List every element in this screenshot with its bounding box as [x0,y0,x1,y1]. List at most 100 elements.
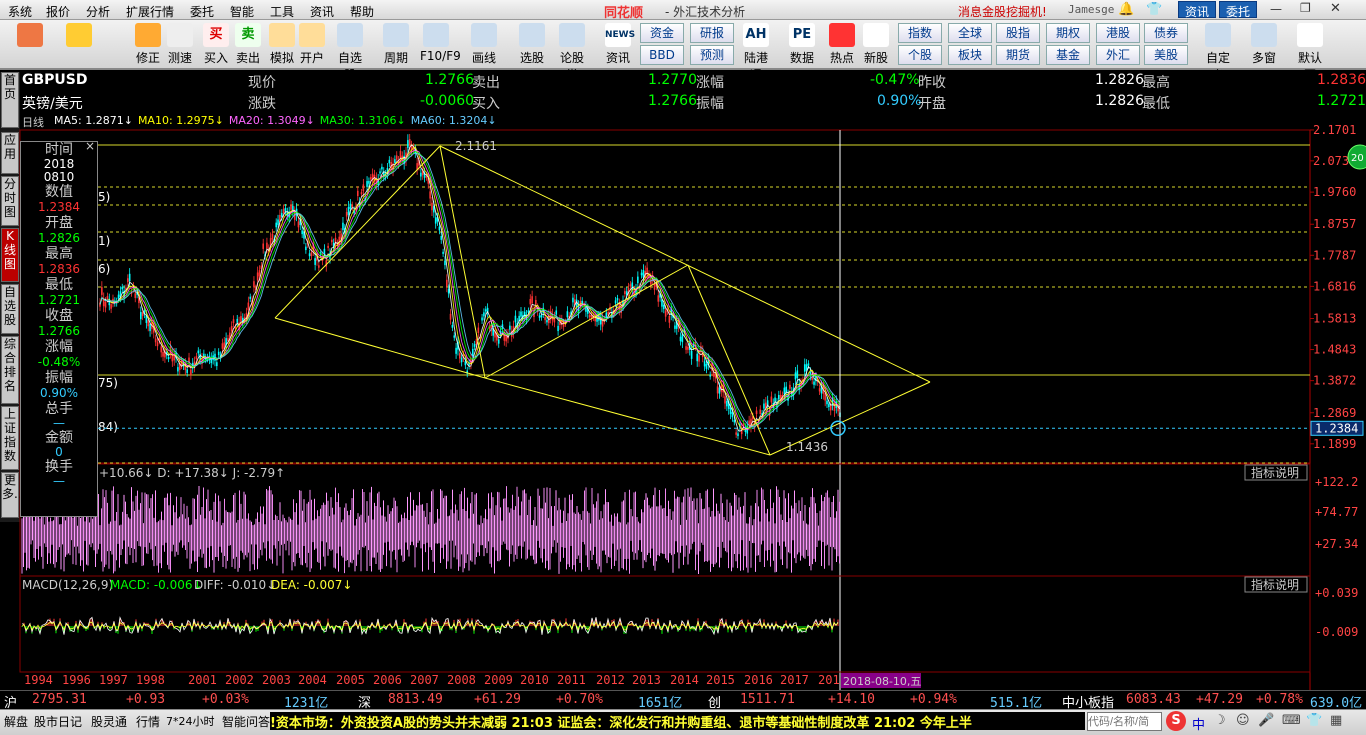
candle-body [369,177,372,180]
low-annotation: 1.1436 [786,440,828,454]
bottom-quotes[interactable]: 行情 [136,713,160,730]
status-item: +0.78% [1256,692,1303,707]
candle-body [690,350,693,359]
bottom-gulingtong[interactable]: 股灵通 [91,713,127,730]
keyboard-icon[interactable]: ⌨ [1282,713,1301,728]
candle-body [540,314,543,318]
candle-body [318,265,320,268]
candle-body [379,171,381,174]
candle-body [444,260,446,266]
candle-body [473,344,476,347]
candle-body [497,339,500,344]
moon-icon[interactable]: ☽ [1214,713,1226,728]
year-label: 2009 [484,673,513,687]
status-item: +0.70% [556,692,603,707]
candle-body [149,323,151,332]
candle-body [160,346,163,353]
candle-body [588,314,591,318]
candle-body [789,384,791,389]
candle-body [813,381,815,385]
candle-body [221,343,224,349]
candle-body [271,233,274,240]
candle-body [106,296,109,300]
info-amp: 0.90% [39,386,79,400]
candle-body [232,319,235,323]
candle-body [394,159,396,163]
macd-axis-label: -0.009 [1315,625,1358,639]
candle-body [290,204,292,210]
candle-body [162,351,164,357]
candle-body [253,281,255,288]
candle-body [141,312,144,317]
info-turn-label: 换手 [45,459,73,475]
candle-body [520,311,522,317]
grid-tray-icon[interactable]: ▦ [1330,713,1342,728]
shirt-tray-icon[interactable]: 👕 [1306,713,1322,728]
info-close: 1.2766 [38,324,80,338]
candle-body [240,316,242,322]
info-low-label: 最低 [45,277,73,293]
candle-body [737,433,739,437]
candle-body [420,172,422,177]
year-label: 2005 [336,673,365,687]
candle-body [703,361,706,367]
candle-body [755,410,758,415]
kdj-help-label: 指标说明 [1251,465,1299,480]
candle-body [455,347,457,354]
candle-body [685,346,687,350]
status-item: 6083.43 [1126,692,1181,707]
candle-body [687,346,689,350]
candle-body [477,327,480,334]
year-label: 1998 [136,673,165,687]
index-status-bar: 沪 2795.31 +0.93 +0.03% 1231亿深 8813.49 +61.29 +0… [0,690,1366,711]
candle-body [726,401,728,407]
candle-body [818,388,821,392]
status-item: +0.94% [910,692,957,707]
candle-body [796,370,799,378]
year-label: 1994 [24,673,53,687]
candle-body [247,302,250,311]
candle-body [314,257,316,265]
bottom-qa[interactable]: 智能问答 [222,713,270,730]
code-search-input[interactable] [1087,712,1162,731]
candle-body [733,420,736,423]
candle-body [629,284,632,287]
year-label: 2014 [670,673,699,687]
ime-logo-icon[interactable]: S [1166,711,1186,731]
year-label: 2001 [188,673,217,687]
close-panel-icon[interactable]: × [85,139,95,153]
trend-line [274,317,486,379]
candle-body [177,367,179,372]
candle-body [546,320,548,323]
year-label: 2015 [706,673,735,687]
year-label: 2004 [298,673,327,687]
info-turn: — [53,474,65,488]
candle-body [147,320,150,327]
candle-body [104,301,107,308]
bottom-diary[interactable]: 股市日记 [34,713,82,730]
candle-body [434,217,437,224]
candle-body [305,246,307,251]
kline-chart[interactable]: 2.17012.07371.97601.87571.77871.68161.58… [0,0,1366,690]
bottom-jiepan[interactable]: 解盘 [4,713,28,730]
mic-icon[interactable]: 🎤 [1258,713,1274,728]
bottom-724[interactable]: 7*24小时 [166,713,215,729]
fib-label: 6) [98,262,110,276]
candle-body [484,309,487,312]
candle-body [327,245,329,248]
price-axis-label: 1.3872 [1313,374,1356,388]
candle-body [449,313,452,320]
news-ticker[interactable]: !资本市场：外资投资A股的势头并未减弱 21:03 证监会：深化发行和并购重组、… [270,712,1085,730]
candle-body [284,207,287,212]
candle-body [826,400,828,405]
candle-body [555,310,558,315]
candle-body [167,356,170,360]
price-axis-label: 1.8757 [1313,217,1356,231]
price-axis-label: 1.5813 [1313,311,1356,325]
candle-body [440,235,443,240]
smile-icon[interactable]: ☺ [1236,713,1250,728]
candle-body [794,372,797,380]
status-item: 2795.31 [32,692,87,707]
info-amp-label: 振幅 [45,370,73,386]
ime-mode[interactable]: 中 [1192,714,1205,733]
